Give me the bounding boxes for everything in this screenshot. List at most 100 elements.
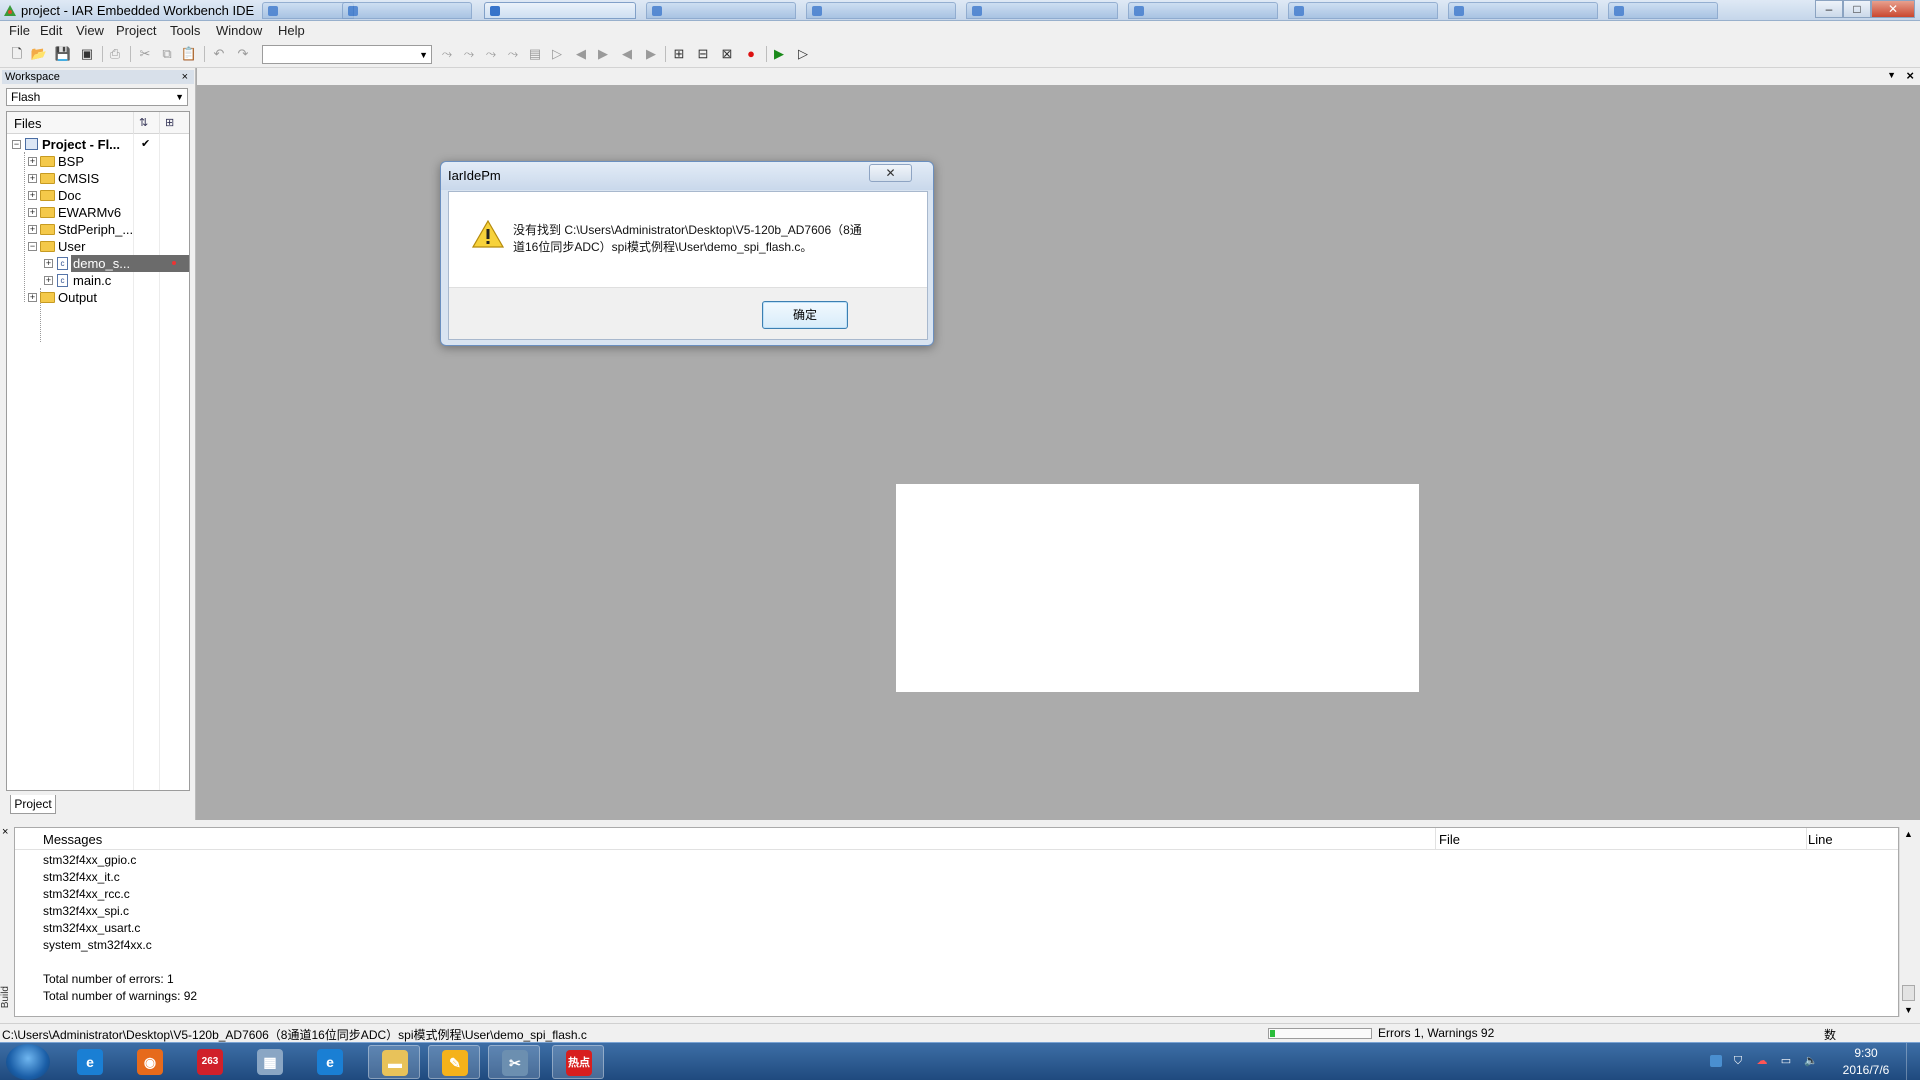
close-window-button[interactable]: ✕ (1871, 0, 1915, 18)
column-divider[interactable] (1806, 828, 1807, 850)
messages-list[interactable]: Messages File Line stm32f4xx_gpio.c stm3… (14, 827, 1899, 1017)
column-messages[interactable]: Messages (43, 832, 102, 847)
sort-icon[interactable]: ⇅ (139, 116, 148, 129)
browser-tab[interactable] (262, 2, 354, 19)
message-row[interactable]: stm32f4xx_gpio.c (43, 853, 136, 867)
make-icon[interactable]: ⊟ (694, 45, 712, 63)
taskbar-ie[interactable]: e (64, 1045, 116, 1079)
tree-folder-cmsis[interactable]: + CMSIS (7, 170, 189, 187)
browser-tab[interactable] (342, 2, 472, 19)
browser-tab[interactable] (806, 2, 956, 19)
browser-tab[interactable] (1608, 2, 1718, 19)
breakpoint-icon[interactable]: ● (742, 45, 760, 63)
forward-icon[interactable]: ▶ (594, 45, 612, 63)
browser-tab[interactable] (646, 2, 796, 19)
volume-icon[interactable]: 🔈 (1804, 1055, 1818, 1067)
taskbar-explorer[interactable]: ▬ (368, 1045, 420, 1079)
browser-tab[interactable] (1288, 2, 1438, 19)
message-row[interactable]: stm32f4xx_rcc.c (43, 887, 130, 901)
maximize-button[interactable]: □ (1843, 0, 1871, 18)
message-row[interactable]: stm32f4xx_usart.c (43, 921, 140, 935)
tree-folder-doc[interactable]: + Doc (7, 187, 189, 204)
nav-back-icon[interactable]: ◀ (618, 45, 636, 63)
stop-build-icon[interactable]: ⊠ (718, 45, 736, 63)
taskbar-calculator[interactable]: ▦ (244, 1045, 296, 1079)
find-prev-icon[interactable]: ⤳ (460, 45, 478, 63)
tree-folder-user[interactable]: − User (7, 238, 189, 255)
ok-button[interactable]: 确定 (762, 301, 848, 329)
open-folder-icon[interactable]: 📂 (30, 45, 48, 63)
expand-icon[interactable]: + (28, 191, 37, 200)
redo-icon[interactable]: ↷ (234, 45, 252, 63)
save-all-icon[interactable]: ▣ (78, 45, 96, 63)
menu-window[interactable]: Window (216, 23, 262, 38)
find-next-icon[interactable]: ⤳ (438, 45, 456, 63)
collapse-icon[interactable]: − (28, 242, 37, 251)
show-desktop-button[interactable] (1906, 1043, 1920, 1080)
menu-tools[interactable]: Tools (170, 23, 200, 38)
options-icon[interactable]: ⊞ (165, 116, 174, 129)
tree-file-demo-spi-flash[interactable]: + c demo_s... (7, 255, 189, 272)
clock-time[interactable]: 9:30 (1836, 1046, 1896, 1060)
find-combo[interactable]: ▼ (262, 45, 432, 64)
browser-tab[interactable] (966, 2, 1118, 19)
menu-view[interactable]: View (76, 23, 104, 38)
message-row[interactable]: stm32f4xx_it.c (43, 870, 120, 884)
configuration-select[interactable]: Flash ▼ (6, 88, 188, 106)
browser-tab[interactable] (1448, 2, 1598, 19)
tree-folder-ewarm[interactable]: + EWARMv6 (7, 204, 189, 221)
message-row[interactable]: Total number of errors: 1 (43, 972, 174, 986)
expand-icon[interactable]: + (28, 225, 37, 234)
tab-project[interactable]: Project (10, 795, 56, 814)
expand-icon[interactable]: + (28, 293, 37, 302)
expand-icon[interactable]: + (28, 174, 37, 183)
taskbar-ie-2[interactable]: e (304, 1045, 356, 1079)
message-row[interactable]: system_stm32f4xx.c (43, 938, 152, 952)
taskbar-iar[interactable]: ✎ (428, 1045, 480, 1079)
find-icon[interactable]: ⤳ (482, 45, 500, 63)
menu-file[interactable]: File (9, 23, 30, 38)
bookmark-icon[interactable]: ▷ (548, 45, 566, 63)
scroll-down-icon[interactable]: ▼ (1904, 1005, 1913, 1015)
expand-icon[interactable]: + (28, 157, 37, 166)
clock-date[interactable]: 2016/7/6 (1830, 1063, 1902, 1077)
vertical-scrollbar[interactable]: ▲ ▼ (1899, 827, 1916, 1017)
scroll-thumb[interactable] (1902, 985, 1915, 1001)
browser-tab-active[interactable] (484, 2, 636, 19)
message-row[interactable]: Total number of warnings: 92 (43, 989, 197, 1003)
scroll-up-icon[interactable]: ▲ (1904, 829, 1913, 839)
copy-icon[interactable]: ⧉ (158, 45, 176, 63)
back-icon[interactable]: ◀ (572, 45, 590, 63)
tree-file-main[interactable]: + c main.c (7, 272, 189, 289)
download-debug-icon[interactable]: ▶ (770, 45, 788, 63)
tray-cloud-icon[interactable]: ☁ (1756, 1055, 1768, 1067)
tree-folder-output[interactable]: + Output (7, 289, 189, 306)
menu-edit[interactable]: Edit (40, 23, 62, 38)
column-divider[interactable] (1435, 828, 1436, 850)
paste-icon[interactable]: 📋 (180, 45, 198, 63)
nav-forward-icon[interactable]: ▶ (642, 45, 660, 63)
expand-icon[interactable]: + (28, 208, 37, 217)
taskbar-firefox[interactable]: ◉ (124, 1045, 176, 1079)
close-icon[interactable]: × (182, 70, 188, 84)
column-file[interactable]: File (1439, 832, 1460, 847)
window-list-icon[interactable]: ▼ (1887, 70, 1896, 80)
dialog-close-button[interactable]: ✕ (869, 164, 912, 182)
save-icon[interactable]: 💾 (54, 45, 72, 63)
expand-icon[interactable]: + (44, 259, 53, 268)
taskbar-tools[interactable]: ✂ (488, 1045, 540, 1079)
browser-tab[interactable] (1128, 2, 1278, 19)
column-line[interactable]: Line (1808, 832, 1833, 847)
message-row[interactable]: stm32f4xx_spi.c (43, 904, 129, 918)
tab-build[interactable]: Build (0, 986, 11, 1008)
cut-icon[interactable]: ✂ (136, 45, 154, 63)
compile-icon[interactable]: ⊞ (670, 45, 688, 63)
undo-icon[interactable]: ↶ (210, 45, 228, 63)
tray-display-icon[interactable]: ▭ (1780, 1055, 1792, 1067)
tree-folder-bsp[interactable]: + BSP (7, 153, 189, 170)
expand-icon[interactable]: + (44, 276, 53, 285)
menu-help[interactable]: Help (278, 23, 305, 38)
minimize-button[interactable]: – (1815, 0, 1843, 18)
close-icon[interactable]: × (1906, 68, 1914, 83)
tree-folder-stdperiph[interactable]: + StdPeriph_... (7, 221, 189, 238)
